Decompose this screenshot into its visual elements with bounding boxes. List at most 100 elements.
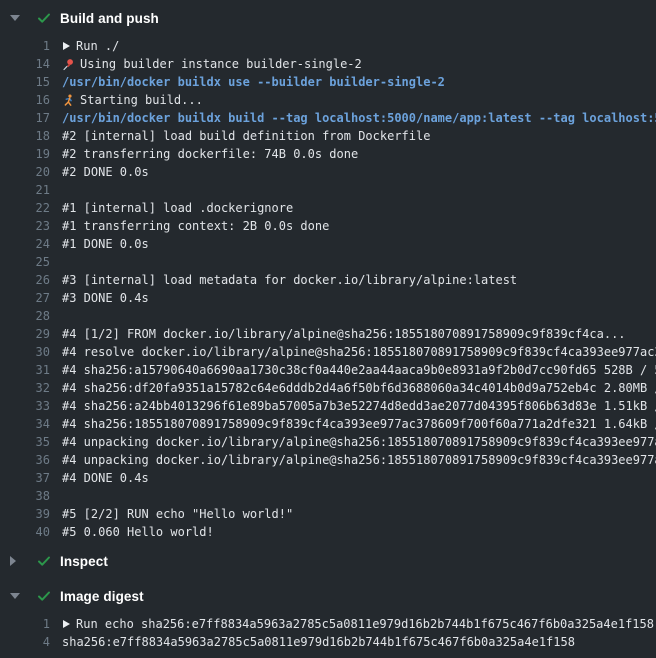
log-line: 31#4 sha256:a15790640a6690aa1730c38cf0a4… [0,361,656,379]
log-line: 35#4 unpacking docker.io/library/alpine@… [0,433,656,451]
log-text: #5 0.060 Hello world! [62,523,656,541]
log-text: #1 [internal] load .dockerignore [62,199,656,217]
log-line: 40#5 0.060 Hello world! [0,523,656,541]
log-text [62,181,656,199]
line-number[interactable]: 36 [0,451,62,469]
line-number[interactable]: 4 [0,633,62,651]
log-line: 29#4 [1/2] FROM docker.io/library/alpine… [0,325,656,343]
line-number[interactable]: 1 [0,37,62,55]
log-text: sha256:e7ff8834a5963a2785c5a0811e979d16b… [62,633,656,651]
section-title: Inspect [60,554,108,569]
log-line: 36#4 unpacking docker.io/library/alpine@… [0,451,656,469]
log-text-value: #4 [1/2] FROM docker.io/library/alpine@s… [62,325,626,343]
log-text: Using builder instance builder-single-2 [62,55,656,73]
log-text-value: Starting build... [80,91,203,109]
log-text-value: Run ./ [76,37,119,55]
line-number[interactable]: 1 [0,615,62,633]
log-text-value: Run echo sha256:e7ff8834a5963a2785c5a081… [76,615,654,633]
log-text-value: #4 sha256:a15790640a6690aa1730c38cf0a440… [62,361,656,379]
log-line: 27#3 DONE 0.4s [0,289,656,307]
line-number[interactable]: 20 [0,163,62,181]
line-number[interactable]: 26 [0,271,62,289]
log-line: 16 Starting build... [0,91,656,109]
log-text: #4 unpacking docker.io/library/alpine@sh… [62,451,656,469]
log-text: /usr/bin/docker buildx use --builder bui… [62,73,656,91]
line-number[interactable]: 30 [0,343,62,361]
log-text-value: #5 [2/2] RUN echo "Hello world!" [62,505,293,523]
log-text: #1 DONE 0.0s [62,235,656,253]
line-number[interactable]: 37 [0,469,62,487]
section-title: Image digest [60,589,144,604]
log-text: #4 resolve docker.io/library/alpine@sha2… [62,343,656,361]
log-text: #2 [internal] load build definition from… [62,127,656,145]
log-line: 1 Run echo sha256:e7ff8834a5963a2785c5a08… [0,615,656,633]
log-line: 28 [0,307,656,325]
log-text-value: #5 0.060 Hello world! [62,523,214,541]
log-text: Starting build... [62,91,656,109]
runner-icon [62,94,75,107]
line-number[interactable]: 18 [0,127,62,145]
line-number[interactable]: 32 [0,379,62,397]
expand-play-icon[interactable] [62,42,71,50]
log-line: 34#4 sha256:185518070891758909c9f839cf4c… [0,415,656,433]
log-text-value: #4 resolve docker.io/library/alpine@sha2… [62,343,656,361]
line-number[interactable]: 31 [0,361,62,379]
log-text: #4 sha256:185518070891758909c9f839cf4ca3… [62,415,656,433]
log-text [62,307,656,325]
line-number[interactable]: 15 [0,73,62,91]
log-text: #2 transferring dockerfile: 74B 0.0s don… [62,145,656,163]
line-number[interactable]: 40 [0,523,62,541]
log-text-value: #4 sha256:df20fa9351a15782c64e6dddb2d4a6… [62,379,656,397]
line-number[interactable]: 21 [0,181,62,199]
log-text-value: /usr/bin/docker buildx build --tag local… [62,109,656,127]
log-text-value: #1 [internal] load .dockerignore [62,199,293,217]
workflow-log-viewer: Build and push1Run ./14Using builder ins… [0,0,656,658]
log-text: #4 sha256:df20fa9351a15782c64e6dddb2d4a6… [62,379,656,397]
log-line: 21 [0,181,656,199]
log-text: /usr/bin/docker buildx build --tag local… [62,109,656,127]
line-number[interactable]: 25 [0,253,62,271]
chevron-down-icon[interactable] [10,593,36,599]
log-line: 24#1 DONE 0.0s [0,235,656,253]
section-header-inspect[interactable]: Inspect [0,551,656,571]
log-line: 33#4 sha256:a24bb4013296f61e89ba57005a7b… [0,397,656,415]
log-line: 14 Using builder instance builder-single-… [0,55,656,73]
expand-play-icon[interactable] [62,620,71,628]
line-number[interactable]: 23 [0,217,62,235]
log-text-value: Using builder instance builder-single-2 [80,55,362,73]
pushpin-icon [62,58,75,71]
line-number[interactable]: 34 [0,415,62,433]
line-number[interactable]: 28 [0,307,62,325]
chevron-right-icon[interactable] [10,556,36,566]
line-number[interactable]: 38 [0,487,62,505]
chevron-down-icon[interactable] [10,15,36,21]
line-number[interactable]: 27 [0,289,62,307]
section-header-image-digest[interactable]: Image digest [0,586,656,606]
log-text: Run echo sha256:e7ff8834a5963a2785c5a081… [62,615,656,633]
log-text-value: #2 DONE 0.0s [62,163,149,181]
log-line: 4sha256:e7ff8834a5963a2785c5a0811e979d16… [0,633,656,651]
line-number[interactable]: 22 [0,199,62,217]
line-number[interactable]: 39 [0,505,62,523]
log-line: 1 Run ./ [0,37,656,55]
log-line: 17/usr/bin/docker buildx build --tag loc… [0,109,656,127]
log-line: 38 [0,487,656,505]
line-number[interactable]: 17 [0,109,62,127]
section-header-build-and-push[interactable]: Build and push [0,8,656,28]
log-line: 39#5 [2/2] RUN echo "Hello world!" [0,505,656,523]
line-number[interactable]: 14 [0,55,62,73]
log-text-value: #2 transferring dockerfile: 74B 0.0s don… [62,145,358,163]
line-number[interactable]: 29 [0,325,62,343]
line-number[interactable]: 16 [0,91,62,109]
log-text-value: #1 transferring context: 2B 0.0s done [62,217,329,235]
log-line: 37#4 DONE 0.4s [0,469,656,487]
log-text-value: #4 sha256:a24bb4013296f61e89ba57005a7b3e… [62,397,656,415]
success-check-icon [36,588,60,604]
log-text-value: #4 sha256:185518070891758909c9f839cf4ca3… [62,415,656,433]
line-number[interactable]: 33 [0,397,62,415]
log-text-value: #3 [internal] load metadata for docker.i… [62,271,517,289]
line-number[interactable]: 19 [0,145,62,163]
line-number[interactable]: 24 [0,235,62,253]
log-text: Run ./ [62,37,656,55]
line-number[interactable]: 35 [0,433,62,451]
